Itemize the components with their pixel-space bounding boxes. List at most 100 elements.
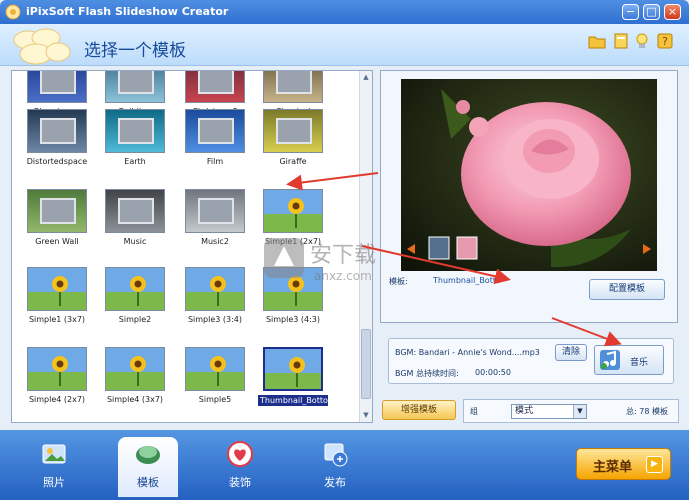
help-book-icon[interactable]: [612, 32, 630, 50]
nav-photos[interactable]: 照片: [24, 437, 84, 489]
enhance-template-button[interactable]: 增强模板: [382, 400, 456, 420]
template-label: Simple2: [118, 315, 152, 324]
template-tile[interactable]: Film: [180, 109, 250, 166]
page-header: 选择一个模板 ?: [0, 24, 689, 66]
template-thumbnail: [27, 267, 87, 311]
nav-templates[interactable]: 模板: [118, 437, 178, 497]
template-label: Green Wall: [35, 237, 79, 246]
template-thumbnail: [27, 71, 87, 103]
nav-photos-label: 照片: [43, 476, 65, 489]
chevron-down-icon[interactable]: ▼: [573, 405, 586, 418]
template-thumbnail: [27, 109, 87, 153]
music-button[interactable]: 音乐: [594, 345, 664, 375]
template-label: Simple4 (2x7): [28, 395, 86, 404]
template-thumbnail: [105, 267, 165, 311]
template-label: Simple3 (3:4): [187, 315, 243, 324]
group-select-value: 模式: [515, 406, 534, 416]
template-tile[interactable]: Simple4 (2x7): [22, 347, 92, 404]
template-tile[interactable]: Earth: [100, 109, 170, 166]
bgm-duration-value: 00:00:50: [475, 368, 511, 377]
watermark-text: 安下载: [310, 243, 376, 268]
nav-templates-label: 模板: [137, 476, 159, 489]
music-note-icon: [600, 350, 620, 370]
template-label: Simple1 (3x7): [28, 315, 86, 324]
group-label: 组: [470, 407, 478, 416]
template-thumbnail: [185, 71, 245, 103]
template-label: Earth: [124, 157, 146, 166]
play-arrow-icon: ▶: [646, 456, 663, 473]
rose-photo: [401, 79, 657, 271]
nav-publish-label: 发布: [324, 476, 346, 489]
template-thumbnail: [263, 109, 323, 153]
scrollbar-thumb[interactable]: [361, 329, 371, 399]
template-tile[interactable]: Green Wall: [22, 189, 92, 246]
app-flower-icon: [5, 4, 21, 20]
scroll-down-arrow-icon[interactable]: ▼: [360, 409, 372, 422]
nav-publish[interactable]: 发布: [305, 437, 365, 489]
template-thumbnail: [263, 71, 323, 103]
template-thumbnail: [105, 109, 165, 153]
template-tile[interactable]: Simple4 (3x7): [100, 347, 170, 404]
close-button[interactable]: ×: [664, 4, 681, 20]
template-label: Simple4 (3x7): [106, 395, 164, 404]
template-thumbnail: [185, 109, 245, 153]
window-title: iPixSoft Flash Slideshow Creator: [26, 5, 229, 18]
page-title: 选择一个模板: [84, 41, 186, 61]
template-thumbnail: [105, 71, 165, 103]
folder-icon[interactable]: [588, 32, 606, 50]
music-settings: BGM: Bandari - Annie's Wond....mp3 清除 BG…: [388, 338, 674, 384]
photo-icon: [42, 444, 66, 464]
template-label: Thumbnail_Bottom: [258, 395, 336, 406]
decoration-icon: [227, 441, 253, 467]
template-thumbnail: [105, 347, 165, 391]
template-thumbnail: [105, 189, 165, 233]
template-thumbnail: [185, 189, 245, 233]
group-select[interactable]: 模式 ▼: [511, 404, 587, 419]
template-thumbnail: [185, 267, 245, 311]
main-menu-button[interactable]: 主菜单 ▶: [576, 448, 671, 480]
template-label: Giraffe: [279, 157, 307, 166]
lightbulb-icon[interactable]: [633, 32, 651, 50]
template-tile[interactable]: Music: [100, 189, 170, 246]
template-label: Film: [206, 157, 224, 166]
template-tile[interactable]: Distortedspace: [22, 109, 92, 166]
title-bar: iPixSoft Flash Slideshow Creator − □ ×: [0, 0, 689, 24]
svg-text:?: ?: [662, 35, 668, 48]
template-label: Music2: [201, 237, 229, 246]
template-tile[interactable]: Thumbnail_Bottom: [258, 347, 336, 406]
minimize-button[interactable]: −: [622, 4, 639, 20]
maximize-button[interactable]: □: [643, 4, 660, 20]
template-name-value: Thumbnail_Botto: [433, 276, 501, 285]
template-label: Simple3 (4:3): [265, 315, 321, 324]
template-label: Simple5: [198, 395, 232, 404]
group-filter: 组 模式 ▼ 总: 78 模板: [463, 399, 679, 423]
publish-icon: [324, 443, 348, 467]
music-button-label: 音乐: [630, 358, 649, 368]
bgm-duration-label: BGM 总持续时间:: [395, 369, 459, 378]
watermark-sub: anxz.com: [314, 269, 372, 283]
template-icon: [136, 446, 160, 464]
preview-panel: 模板: Thumbnail_Botto 配置模板: [380, 70, 678, 323]
scroll-up-arrow-icon[interactable]: ▲: [360, 71, 372, 84]
template-thumbnail: [185, 347, 245, 391]
bgm-filename: BGM: Bandari - Annie's Wond....mp3: [395, 348, 540, 357]
template-thumbnail: [27, 189, 87, 233]
template-thumbnail: [27, 347, 87, 391]
template-thumbnail: [263, 347, 323, 391]
nav-decorations-label: 装饰: [229, 476, 251, 489]
template-preview: [401, 79, 657, 271]
template-tile[interactable]: Simple5: [180, 347, 250, 404]
main-menu-label: 主菜单: [593, 460, 633, 475]
config-template-button[interactable]: 配置模板: [589, 279, 665, 300]
total-templates: 总: 78 模板: [626, 407, 668, 416]
nav-decorations[interactable]: 装饰: [210, 437, 270, 489]
template-label: Music: [123, 237, 147, 246]
template-tile[interactable]: Music2: [180, 189, 250, 246]
clear-music-button[interactable]: 清除: [555, 344, 587, 361]
template-tile[interactable]: Simple1 (3x7): [22, 267, 92, 324]
template-tile[interactable]: Giraffe: [258, 109, 328, 166]
template-tile[interactable]: Simple2: [100, 267, 170, 324]
template-tile[interactable]: Simple3 (3:4): [180, 267, 250, 324]
watermark-logo: 安下载 anxz.com: [264, 238, 376, 283]
question-icon[interactable]: ?: [656, 32, 674, 50]
